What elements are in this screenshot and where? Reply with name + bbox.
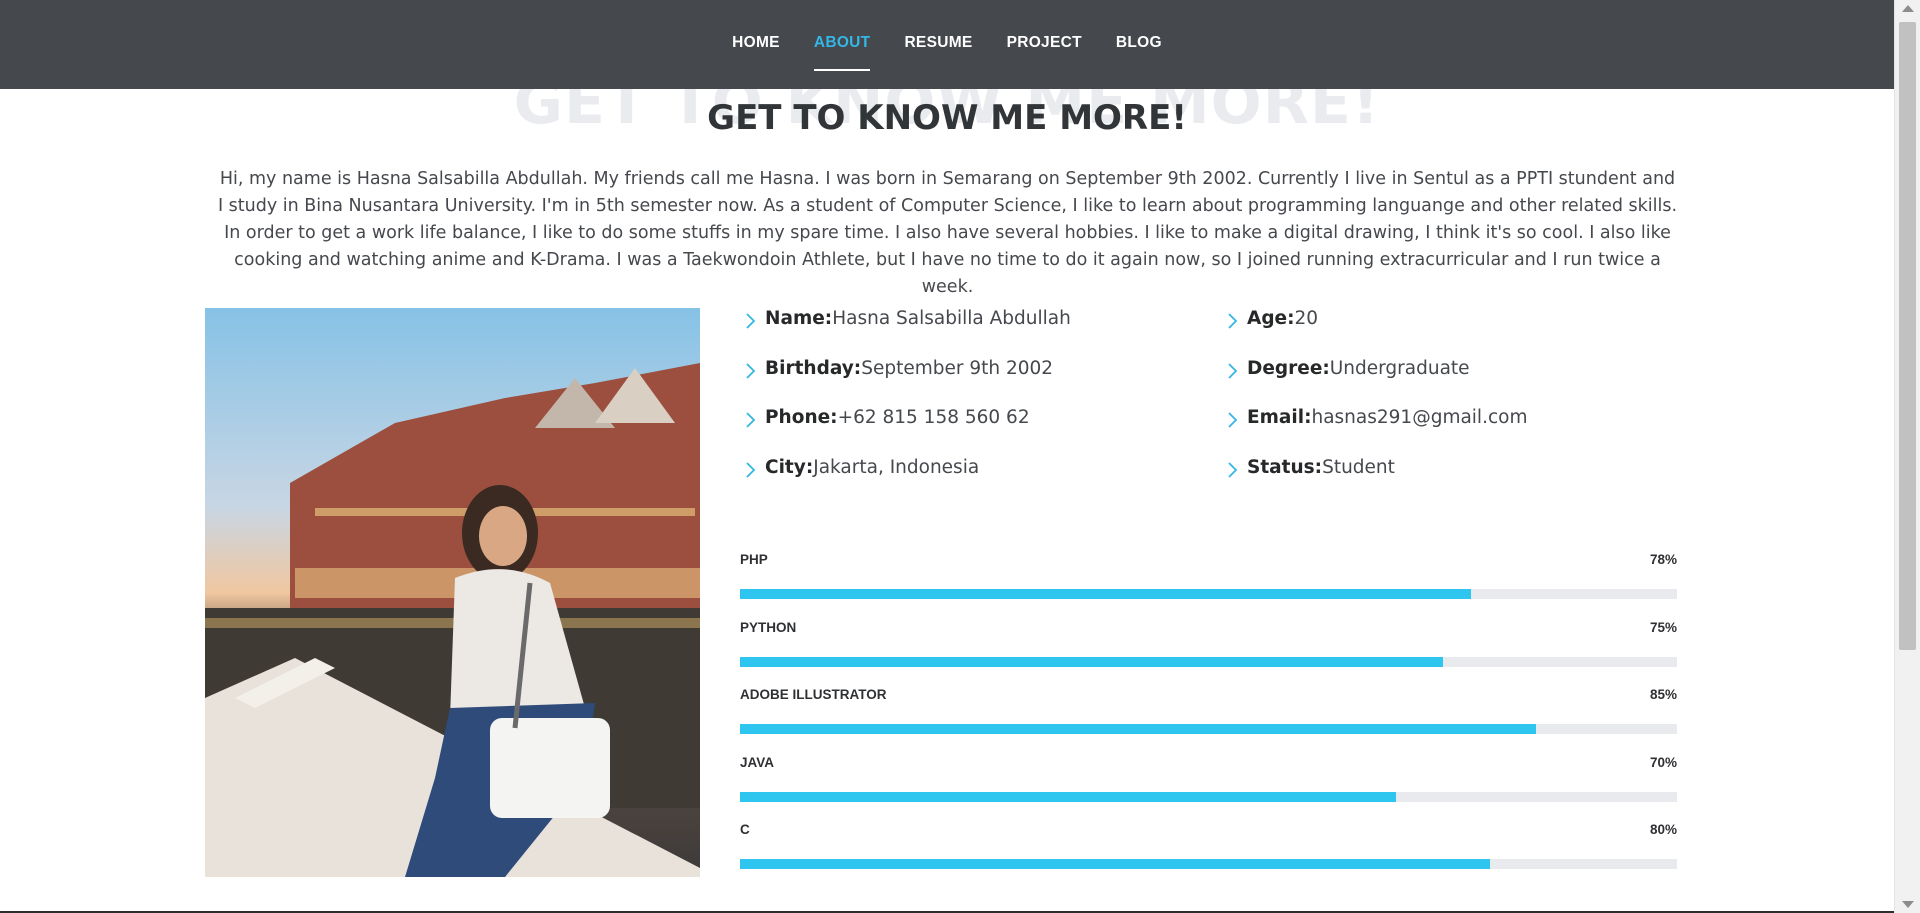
info-label: Birthday: [765, 357, 862, 379]
info-value: Jakarta, Indonesia [813, 456, 980, 478]
progress-fill [740, 859, 1490, 869]
nav-item-resume[interactable]: RESUME [904, 0, 972, 89]
nav-item-about[interactable]: ABOUT [813, 0, 871, 89]
scrollbar-thumb[interactable] [1899, 22, 1916, 650]
chevron-right-icon [746, 461, 756, 478]
progress-fill [740, 589, 1471, 599]
skill-name: JAVA [740, 754, 775, 770]
progress-track [740, 724, 1677, 734]
info-item-phone: Phone: +62 815 158 560 62 [740, 407, 1200, 457]
info-label: Email: [1247, 407, 1312, 428]
info-label: Phone: [765, 407, 838, 428]
progress-fill [740, 724, 1537, 734]
skill-name: PYTHON [740, 619, 797, 635]
chevron-right-icon [746, 313, 756, 329]
skill-name: C [740, 822, 750, 837]
info-item-age: Age: 20 [1222, 308, 1682, 358]
info-value[interactable]: hasnas291@gmail.com [1311, 407, 1527, 428]
chevron-right-icon [746, 362, 756, 379]
skill-python: PYTHON 75% [740, 620, 1677, 688]
info-item-email: Email: hasnas291@gmail.com [1222, 407, 1682, 457]
skill-name: ADOBE ILLUSTRATOR [740, 687, 887, 702]
skill-percent: 80% [1649, 822, 1677, 837]
nav-item-project[interactable]: PROJECT [1007, 0, 1082, 89]
skill-percent: 85% [1649, 687, 1677, 702]
info-value: Hasna Salsabilla Abdullah [832, 308, 1071, 329]
profile-photo [205, 308, 700, 877]
skills-section: PHP 78% PYTHON 75% ADOBE ILLUSTRATOR 85%… [740, 552, 1677, 890]
chevron-right-icon [746, 412, 756, 428]
info-item-name: Name: Hasna Salsabilla Abdullah [740, 308, 1200, 358]
chevron-right-icon [1228, 412, 1238, 428]
info-label: Name: [765, 308, 833, 329]
page-scrollbar[interactable] [1894, 0, 1920, 913]
info-item-birthday: Birthday: September 9th 2002 [740, 358, 1200, 408]
skill-adobe-illustrator: ADOBE ILLUSTRATOR 85% [740, 687, 1677, 755]
progress-track [740, 589, 1677, 599]
info-item-city: City: Jakarta, Indonesia [740, 457, 1200, 507]
info-label: Status: [1247, 456, 1323, 478]
nav-item-blog[interactable]: BLOG [1116, 0, 1162, 89]
nav-item-home[interactable]: HOME [732, 0, 780, 89]
progress-fill [740, 791, 1396, 802]
info-value: +62 815 158 560 62 [837, 407, 1030, 428]
skill-c: C 80% [740, 822, 1677, 890]
skill-percent: 70% [1649, 754, 1677, 770]
info-value: Undergraduate [1329, 357, 1470, 379]
progress-track [740, 791, 1677, 802]
progress-track [740, 656, 1677, 667]
info-value: September 9th 2002 [861, 357, 1054, 379]
info-value: 20 [1294, 308, 1319, 329]
info-item-status: Status: Student [1222, 457, 1682, 507]
intro-paragraph: Hi, my name is Hasna Salsabilla Abdullah… [217, 169, 1678, 297]
nav-menu: HOME ABOUT RESUME PROJECT BLOG [0, 0, 1894, 89]
scroll-down-arrow-icon[interactable] [1902, 901, 1914, 908]
chevron-right-icon [1228, 313, 1238, 329]
chevron-right-icon [1228, 461, 1238, 478]
info-label: Degree: [1247, 357, 1330, 379]
info-label: City: [765, 456, 814, 478]
profile-photo-illustration [205, 308, 700, 877]
navbar: HOME ABOUT RESUME PROJECT BLOG [0, 0, 1894, 89]
progress-fill [740, 656, 1443, 667]
skill-java: JAVA 70% [740, 755, 1677, 823]
info-value: Student [1322, 456, 1395, 478]
skill-percent: 75% [1649, 619, 1677, 635]
chevron-right-icon [1228, 362, 1238, 379]
info-column-left: Name: Hasna Salsabilla Abdullah Birthday:… [740, 308, 1200, 506]
info-label: Age: [1247, 308, 1295, 329]
skill-percent: 78% [1649, 552, 1677, 567]
section-title: GET TO KNOW ME MORE! [707, 98, 1187, 138]
info-item-degree: Degree: Undergraduate [1222, 358, 1682, 408]
info-column-right: Age: 20 Degree: Undergraduate Email: hasnas… [1222, 308, 1682, 506]
skill-php: PHP 78% [740, 552, 1677, 620]
skill-name: PHP [740, 552, 768, 567]
progress-track [740, 859, 1677, 869]
scroll-up-arrow-icon[interactable] [1902, 5, 1914, 12]
